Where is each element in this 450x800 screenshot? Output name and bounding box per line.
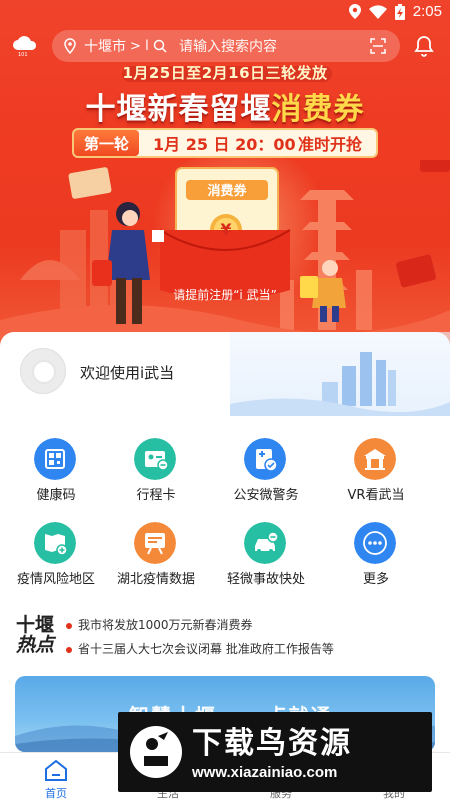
banner-title: 十堰新春留堰消费券 [0,84,450,128]
service-label: 湖北疫情数据 [116,572,195,587]
home-icon [45,759,67,781]
register-note: 请提前注册“i 武当” [173,288,277,302]
banner-subheading: 1月25日至2月16日三轮发放 [122,64,328,82]
cloud-logo-icon[interactable]: 101 [12,34,38,56]
scan-icon[interactable] [370,38,386,54]
service-risk-areas[interactable]: 疫情风险地区 [0,516,112,590]
location-pin-icon[interactable] [62,38,78,54]
more-icon [354,522,396,564]
voucher-symbol: ¥ [220,220,232,239]
wifi-icon [368,4,387,19]
nav-home[interactable]: 首页 [0,753,112,800]
service-label: 健康码 [36,488,76,503]
risk-map-icon [34,522,76,564]
search-icon [153,39,167,53]
service-police[interactable]: 公安微警务 [210,432,322,506]
news-item[interactable]: 省十三届人大七次会议闭幕 批准政府工作报告等 [66,640,334,657]
status-time: 2:05 [412,3,442,20]
banner-title-main: 十堰新春留堰 [85,92,272,127]
main-panel: 欢迎使用i武当 健康码 行程卡 公安微警务 VR看武当 疫情风险地区 湖北疫情数… [0,332,450,752]
location-status-icon [348,4,361,19]
news-text: 省十三届人大七次会议闭幕 批准政府工作报告等 [78,642,334,656]
battery-charging-icon [394,3,405,20]
svg-text:101: 101 [18,52,28,56]
city-chevron-icon[interactable]: > [130,39,141,54]
welcome-text: 欢迎使用i武当 [80,364,175,382]
nav-label: 首页 [45,787,67,800]
service-label: 公安微警务 [233,488,299,503]
news-text: 我市将发放1000万元新春消费券 [78,618,253,632]
round-time: 1月 25 日 20：00 [153,135,296,154]
service-health-code[interactable]: 健康码 [0,432,112,506]
car-accident-icon [244,522,286,564]
service-more[interactable]: 更多 [320,516,432,590]
avatar[interactable] [20,348,66,394]
watermark: 下载鸟资源 www.xiazainiao.com [118,712,432,792]
hot-news-logo: 十堰 热点 [16,610,60,656]
search-separator: I [144,38,150,54]
search-bar[interactable]: 十堰市 > I 请输入搜索内容 [52,30,400,62]
news-item[interactable]: 我市将发放1000万元新春消费券 [66,616,253,633]
service-label: 疫情风险地区 [16,572,95,587]
city-skyline-illustration [230,332,450,416]
watermark-url: www.xiazainiao.com [192,764,338,781]
hot-logo-line2: 热点 [16,634,55,656]
notification-bell-icon[interactable] [412,34,436,58]
city-selector[interactable]: 十堰市 [84,36,126,56]
service-itinerary-card[interactable]: 行程卡 [100,432,212,506]
welcome-card[interactable]: 欢迎使用i武当 [0,332,450,416]
bird-logo-icon [130,726,182,778]
banner-title-highlight: 消费券 [271,92,365,127]
status-bar: 2:05 [0,0,450,24]
hot-news[interactable]: 十堰 热点 我市将发放1000万元新春消费券 省十三届人大七次会议闭幕 批准政府… [0,602,450,664]
voucher-label: 消费券 [207,184,247,199]
round-info: 第一轮 1月 25 日 20：00 准时开抢 [72,128,378,158]
news-bullet [66,622,72,629]
round-tag: 第一轮 [74,130,140,156]
temple-icon [354,438,396,480]
service-hubei-data[interactable]: 湖北疫情数据 [100,516,212,590]
service-label: 更多 [362,572,389,587]
service-vr-wudang[interactable]: VR看武当 [320,432,432,506]
search-input[interactable]: 请输入搜索内容 [179,36,277,56]
service-label: 行程卡 [136,488,176,503]
round-start: 准时开抢 [297,135,362,154]
data-board-icon [134,522,176,564]
service-accident[interactable]: 轻微事故快处 [210,516,322,590]
watermark-title: 下载鸟资源 [192,726,352,761]
news-bullet [66,646,72,653]
service-label: VR看武当 [347,488,405,503]
qr-code-icon [34,438,76,480]
police-service-icon [244,438,286,480]
service-label: 轻微事故快处 [226,572,305,587]
itinerary-card-icon [134,438,176,480]
